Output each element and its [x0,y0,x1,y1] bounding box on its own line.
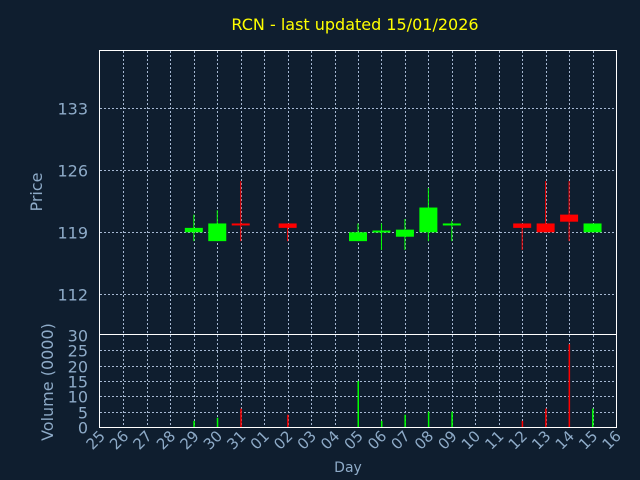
chart-title: RCN - last updated 15/01/2026 [231,15,478,34]
price-y-ticks: 112 119 126 133 [57,100,88,305]
candle-body [184,227,203,233]
candle-body [419,207,438,233]
volume-bar [216,417,219,427]
candle-body [513,223,532,228]
volume-y-ticks: 051015202530 [68,327,88,438]
volume-bar [545,408,547,427]
price-panel: 112 119 126 133 Price [27,50,617,335]
candles [184,181,602,250]
day-tick-label: 07 [388,427,414,453]
volume-panel: 051015202530 252627282930310102030405060… [38,323,625,476]
candle-body [395,229,414,237]
price-tick-label: 133 [57,100,88,119]
volume-bar [380,420,383,427]
day-tick-label: 11 [481,427,507,453]
day-tick-label: 05 [341,427,367,453]
volume-bar [357,381,359,427]
candle-body [560,214,579,222]
day-tick-label: 09 [434,427,460,453]
volume-axis-label: Volume (0000) [38,323,57,441]
candle-body [278,223,297,228]
volume-bar [568,344,571,427]
price-tick-label: 126 [57,162,88,181]
volume-bar [404,414,406,427]
day-tick-label: 12 [505,427,531,453]
volume-bar [287,414,289,427]
day-tick-label: 08 [411,427,437,453]
candle-body [372,230,391,233]
price-tick-label: 119 [57,224,88,243]
day-tick-label: 06 [364,427,390,453]
day-tick-label: 31 [223,427,249,453]
day-axis-label: Day [334,460,362,476]
candle-body [208,223,227,242]
candle-body [231,223,250,226]
price-tick-label: 112 [57,286,88,305]
day-tick-label: 15 [575,427,601,453]
volume-bar [521,420,524,427]
volume-tick-label: 30 [68,327,88,346]
day-x-ticks: 2526272829303101020304050607080910111213… [83,427,625,453]
day-tick-label: 01 [247,427,273,453]
day-tick-label: 29 [176,427,202,453]
volume-bar [451,411,453,427]
volume-bar [427,411,430,427]
volume-bar [240,408,242,427]
day-tick-label: 27 [130,427,156,453]
day-tick-label: 13 [528,427,554,453]
day-tick-label: 14 [552,427,578,453]
day-tick-label: 10 [458,427,484,453]
candle-body [442,223,461,226]
candlestick-chart: RCN - last updated 15/01/2026 1121191261… [27,15,625,476]
price-axis-label: Price [27,172,46,211]
day-tick-label: 30 [200,427,226,453]
day-tick-label: 02 [270,427,296,453]
volume-bar [592,408,594,427]
day-tick-label: 04 [317,427,343,453]
candle-body [583,223,602,233]
candle-body [536,223,555,233]
day-tick-label: 28 [153,427,179,453]
candle-body [349,232,367,242]
volume-bar [193,420,195,427]
volume-bars [193,344,594,427]
day-tick-label: 16 [599,427,625,453]
day-tick-label: 26 [106,427,132,453]
price-grid [100,51,616,334]
day-tick-label: 03 [294,427,320,453]
